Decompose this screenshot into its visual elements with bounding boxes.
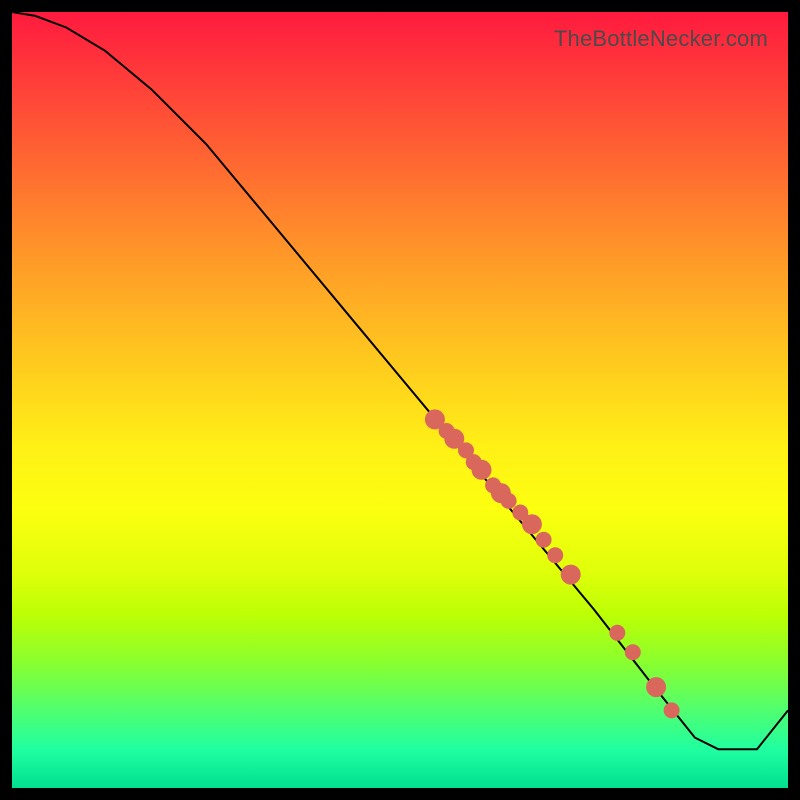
data-point: [561, 565, 581, 585]
chart-plot-area: TheBottleNecker.com: [12, 12, 788, 788]
chart-svg: [12, 12, 788, 788]
data-point: [625, 644, 641, 660]
data-point: [472, 460, 492, 480]
chart-frame: TheBottleNecker.com: [0, 0, 800, 800]
data-point: [536, 532, 552, 548]
curve-line: [12, 12, 788, 749]
data-point: [609, 625, 625, 641]
data-point: [664, 702, 680, 718]
data-point: [646, 677, 666, 697]
data-point: [547, 547, 563, 563]
data-point: [501, 493, 517, 509]
data-point: [522, 514, 542, 534]
